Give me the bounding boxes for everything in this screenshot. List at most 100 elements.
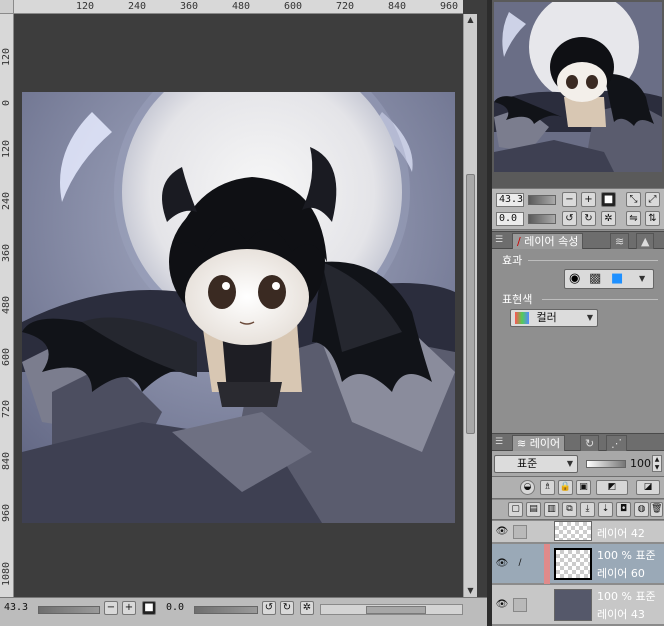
ruler-left-label: 960 (1, 503, 12, 522)
blend-mode-dropdown[interactable]: 표준 ▼ (494, 455, 578, 473)
section-divider (528, 260, 658, 261)
history-icon: ↻ (585, 437, 595, 450)
ruler-left-label: 480 (1, 295, 12, 314)
properties-tabbar: ☰ ∕ 레이어 속성 ≋ ▲ (492, 231, 664, 249)
reference-layer-icon[interactable]: ♗ (540, 480, 555, 495)
ruler-display-icon[interactable]: ◪ (636, 480, 660, 495)
scroll-up-icon[interactable]: ▲ (464, 14, 477, 26)
delete-layer-icon[interactable]: 🗑 (650, 502, 663, 517)
fit-view-icon[interactable]: ■ (601, 192, 616, 207)
mask-icon[interactable]: ◘ (616, 502, 631, 517)
tab-brush-size[interactable]: ▲ (636, 233, 655, 249)
rotate-left-icon[interactable]: ↺ (562, 211, 577, 226)
artwork-canvas[interactable] (22, 92, 455, 523)
panel-menu-icon[interactable]: ☰ (495, 438, 505, 447)
layer-actions-row: ▢ ▤ ▥ ⧉ ⤓ ⇣ ◘ ◍ 🗑 (492, 500, 664, 520)
layer-color-icon[interactable]: ■ (611, 271, 623, 286)
ruler-top-label: 600 (284, 1, 303, 12)
layer-lock-toggle[interactable] (513, 525, 527, 539)
layer-mask-icon[interactable]: ◩ (596, 480, 628, 495)
color-mode-icon (515, 312, 529, 324)
expression-color-dropdown[interactable]: 컬러 ▼ (510, 309, 598, 327)
layer-thumbnail (554, 521, 592, 541)
zoom-out-icon[interactable]: − (104, 601, 118, 615)
copy-layer-icon[interactable]: ⧉ (562, 502, 577, 517)
visibility-eye-icon[interactable]: 👁 (495, 525, 509, 539)
tab-layer-properties-label: 레이어 속성 (524, 235, 579, 248)
tab-layers-label: 레이어 (529, 437, 561, 450)
vertical-scroll-thumb[interactable] (466, 174, 475, 434)
new-vector-layer-icon[interactable]: ▤ (526, 502, 541, 517)
tool-property-icon: ≋ (615, 235, 625, 248)
app-window: 120 240 360 480 600 720 840 960 120 0 12… (0, 0, 664, 626)
layer-item-60[interactable]: 👁 ∕ 100 % 표준 레이어 60 (492, 544, 664, 584)
merge-down-icon[interactable]: ⤓ (580, 502, 595, 517)
rotate-left-icon[interactable]: ↺ (262, 601, 276, 615)
navigator-rotation-value[interactable]: 0.0 (496, 212, 524, 226)
artwork-illustration (22, 92, 455, 523)
navigator-zoom-value[interactable]: 43.3 (496, 193, 524, 207)
horizontal-scroll-thumb[interactable] (366, 606, 426, 614)
navigator-preview[interactable] (494, 2, 662, 172)
border-effect-icon[interactable]: ◉ (569, 271, 580, 286)
opacity-slider[interactable] (586, 460, 626, 468)
tab-history[interactable]: ↻ (580, 435, 600, 451)
canvas-area[interactable]: 120 240 360 480 600 720 840 960 120 0 12… (0, 0, 487, 626)
zoom-in-icon[interactable]: + (581, 192, 596, 207)
zoom-slider[interactable] (38, 606, 100, 614)
scroll-down-icon[interactable]: ▼ (464, 585, 477, 597)
panel-menu-icon[interactable]: ☰ (495, 236, 505, 245)
layer-item-42[interactable]: 👁 레이어 42 (492, 521, 664, 543)
clear-icon[interactable]: ◍ (634, 502, 649, 517)
fit-window-icon[interactable]: ⤢ (645, 192, 660, 207)
rotate-right-icon[interactable]: ↻ (280, 601, 294, 615)
reset-rotation-icon[interactable]: ✲ (300, 601, 314, 615)
visibility-eye-icon[interactable]: 👁 (495, 598, 509, 612)
visibility-eye-icon[interactable]: 👁 (495, 557, 509, 571)
rotation-slider[interactable] (194, 606, 258, 614)
actual-size-icon[interactable]: ⤡ (626, 192, 641, 207)
expression-color-value: 컬러 (536, 311, 557, 324)
navigator-panel (492, 0, 664, 188)
new-folder-icon[interactable]: ▥ (544, 502, 559, 517)
brush-editing-icon[interactable]: ∕ (513, 557, 527, 571)
zoom-value[interactable]: 43.3 (4, 602, 28, 613)
tab-tool-property[interactable]: ≋ (610, 233, 630, 249)
opacity-value[interactable]: 100 (630, 457, 651, 470)
lock-transparency-icon[interactable]: ▣ (576, 480, 591, 495)
zoom-in-icon[interactable]: + (122, 601, 136, 615)
lock-icon[interactable]: 🔒 (558, 480, 573, 495)
transfer-down-icon[interactable]: ⇣ (598, 502, 613, 517)
layer-thumbnail (554, 548, 592, 580)
rotation-value[interactable]: 0.0 (166, 602, 184, 613)
tab-material[interactable]: ⋰ (606, 435, 627, 451)
chevron-down-icon[interactable]: ▼ (639, 274, 645, 283)
tab-layer-properties[interactable]: ∕ 레이어 속성 (512, 233, 584, 249)
fit-view-icon[interactable]: ■ (142, 601, 156, 615)
ruler-top-label: 120 (76, 1, 95, 12)
rotate-right-icon[interactable]: ↻ (581, 211, 596, 226)
tab-layers[interactable]: ≋ 레이어 (512, 435, 566, 451)
ruler-left-label: 720 (1, 399, 12, 418)
navigator-zoom-slider[interactable] (528, 195, 556, 205)
clipping-icon[interactable]: ◒ (520, 480, 535, 495)
flip-horizontal-icon[interactable]: ⇋ (626, 211, 641, 226)
layer-lock-toggle[interactable] (513, 598, 527, 612)
expression-color-label: 표현색 (502, 293, 533, 306)
ruler-corner (0, 0, 14, 14)
vertical-scrollbar[interactable]: ▲ ▼ (463, 14, 477, 597)
flip-vertical-icon[interactable]: ⇅ (645, 211, 660, 226)
navigator-preview-image (494, 2, 662, 172)
ruler-top-label: 240 (128, 1, 147, 12)
reset-rotation-icon[interactable]: ✲ (601, 211, 616, 226)
tone-effect-icon[interactable]: ▩ (589, 271, 601, 286)
zoom-out-icon[interactable]: − (562, 192, 577, 207)
horizontal-scrollbar[interactable] (320, 604, 463, 615)
chevron-down-icon: ▼ (566, 459, 573, 468)
layer-color-strip (544, 544, 550, 584)
navigator-rotation-slider[interactable] (528, 214, 556, 224)
layer-options-row: ◒ ♗ 🔒 ▣ ◩ ◪ (492, 477, 664, 499)
layer-item-43[interactable]: 👁 100 % 표준 레이어 43 (492, 585, 664, 625)
opacity-stepper[interactable]: ▲ ▼ (652, 455, 662, 472)
new-raster-layer-icon[interactable]: ▢ (508, 502, 523, 517)
